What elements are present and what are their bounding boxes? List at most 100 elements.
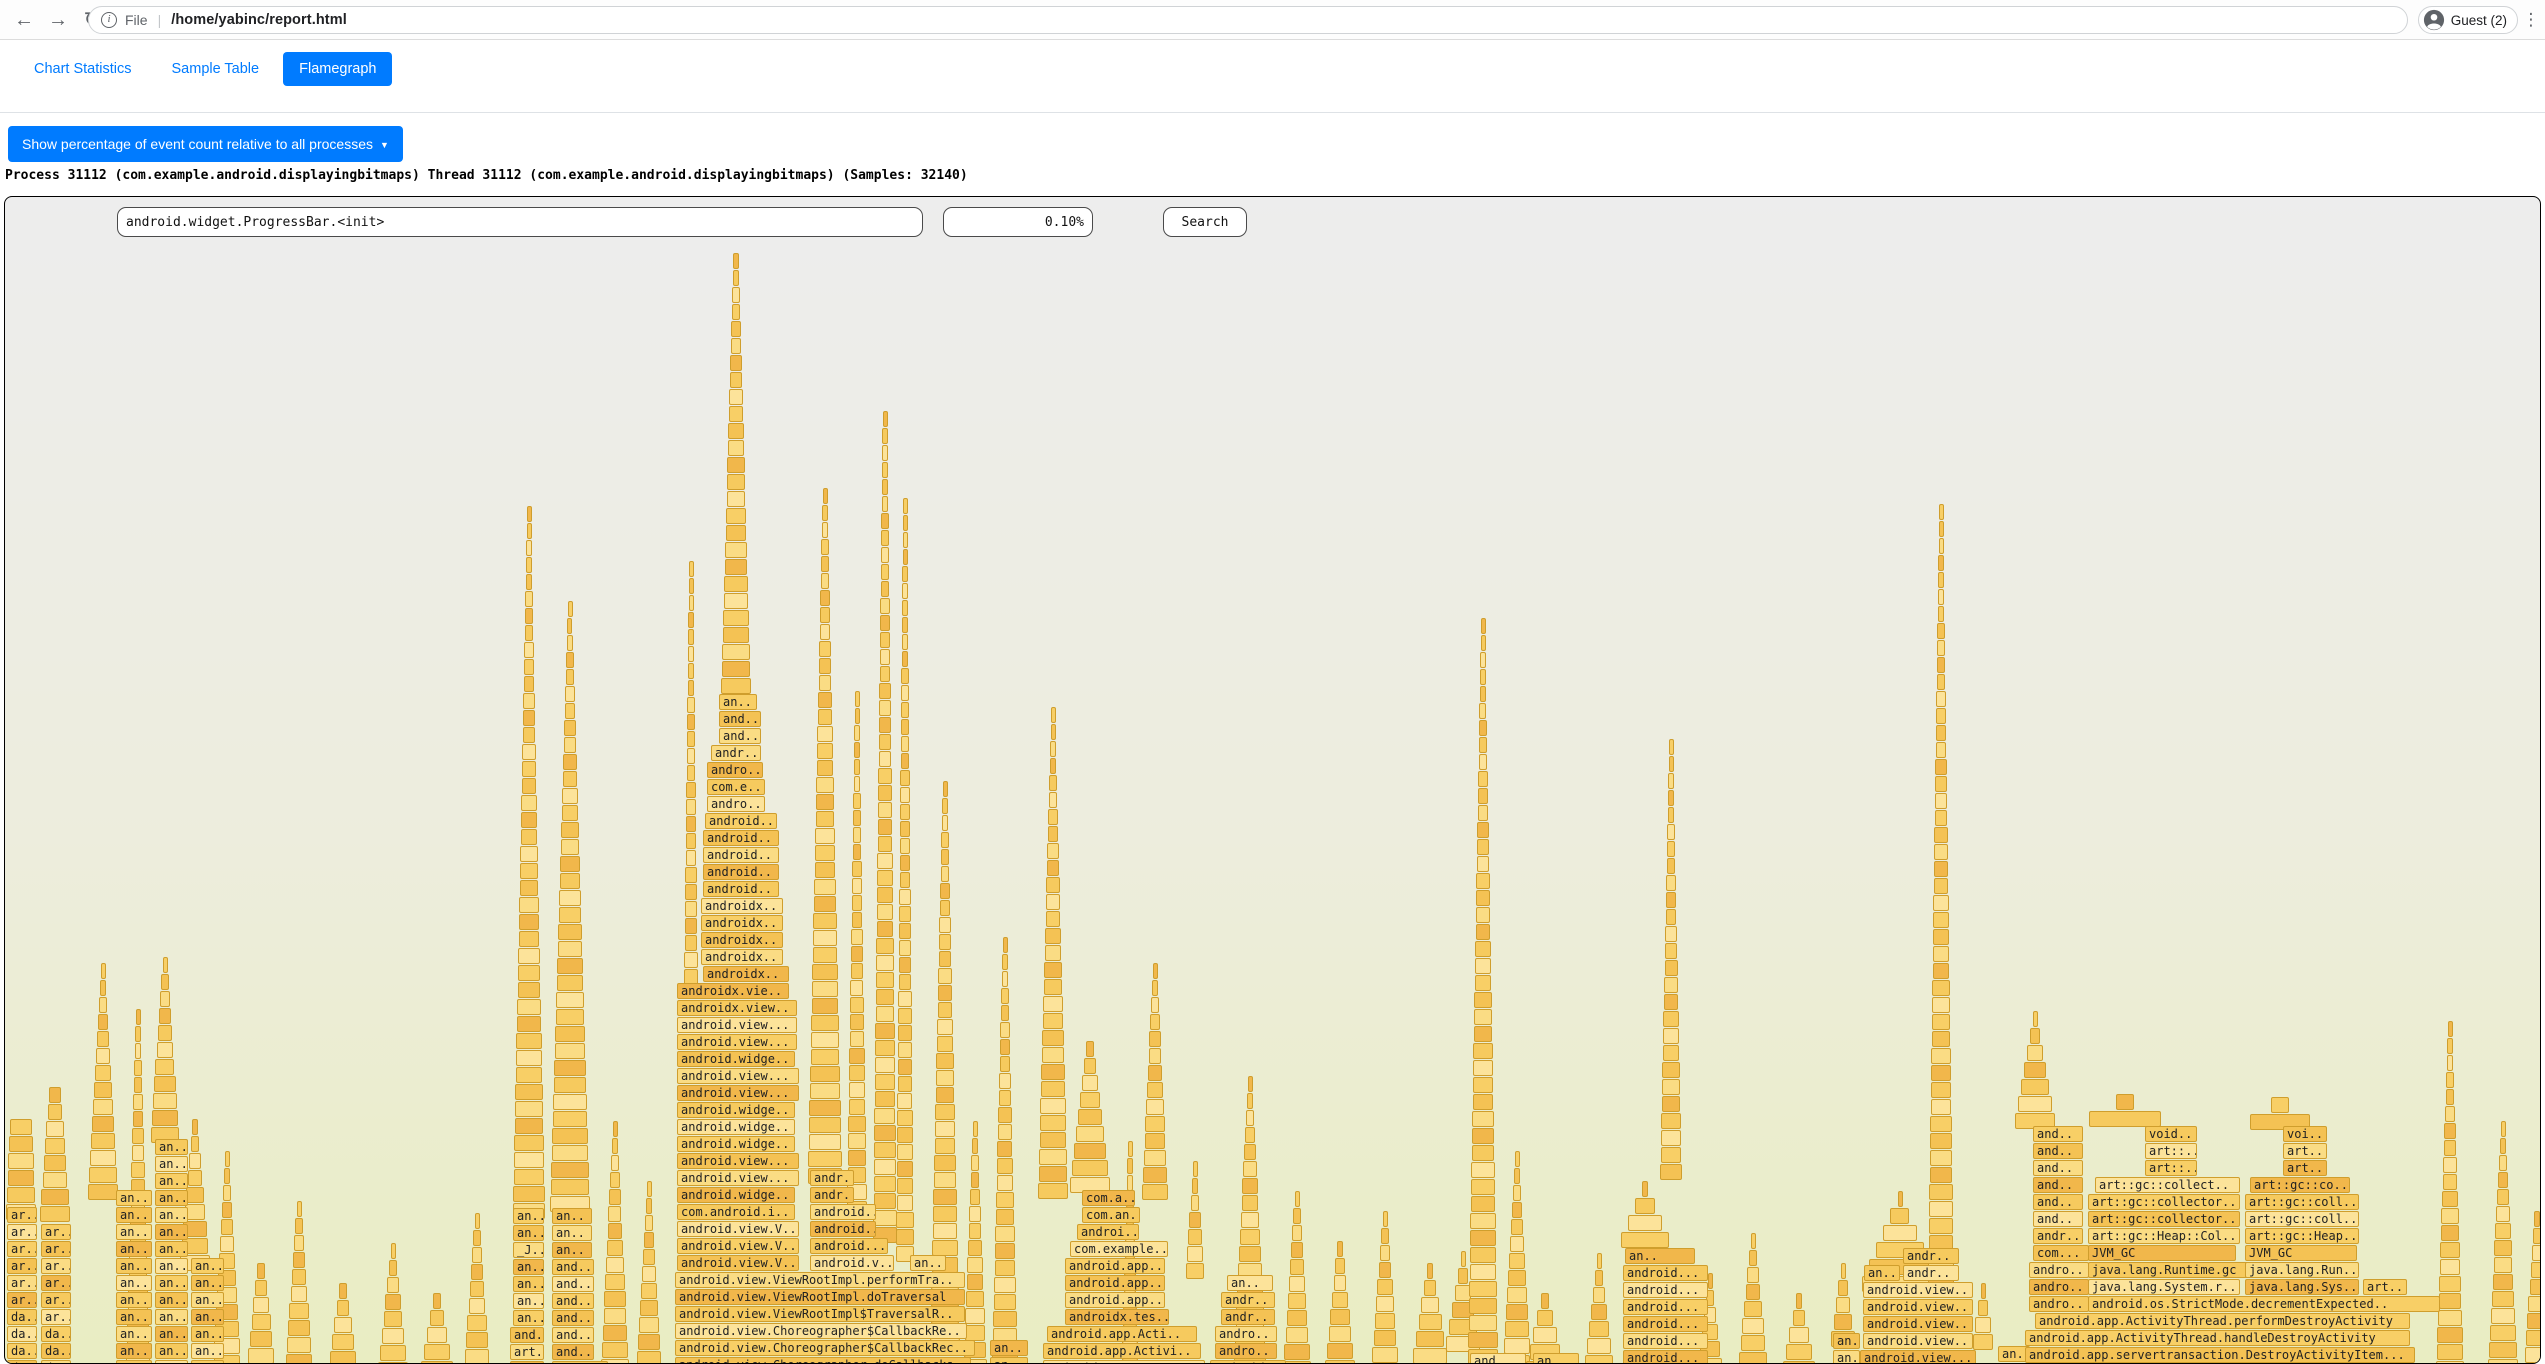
flame-bar-small[interactable] bbox=[898, 1076, 913, 1092]
address-bar[interactable]: i File | /home/yabinc/report.html bbox=[88, 6, 2408, 34]
flame-bar-small[interactable] bbox=[1510, 1236, 1524, 1252]
flame-bar[interactable]: da.. bbox=[7, 1343, 37, 1359]
flame-bar-small[interactable] bbox=[971, 1172, 980, 1188]
flame-bar-small[interactable] bbox=[809, 1134, 841, 1150]
flame-bar-small[interactable] bbox=[880, 615, 890, 631]
flame-bar-small[interactable] bbox=[520, 880, 539, 896]
flame-bar-small[interactable] bbox=[1935, 793, 1947, 809]
flame-bar-small[interactable] bbox=[1246, 1110, 1254, 1126]
flame-bar-small[interactable] bbox=[1424, 1280, 1436, 1296]
flame-bar-small[interactable] bbox=[875, 1040, 894, 1056]
flame-bar[interactable]: android.view.ViewRootImpl$TraversalR.. bbox=[675, 1306, 965, 1322]
flame-bar-small[interactable] bbox=[686, 833, 696, 849]
flame-bar[interactable]: android.app.servertransaction.DestroyAct… bbox=[2025, 1347, 2415, 1363]
flame-bar-small[interactable] bbox=[1474, 992, 1491, 1008]
flame-bar-small[interactable] bbox=[526, 540, 531, 556]
flame-bar-small[interactable] bbox=[1664, 977, 1678, 993]
flame-bar-small[interactable] bbox=[2089, 1111, 2161, 1127]
flame-bar-small[interactable] bbox=[2525, 1347, 2541, 1363]
flame-bar-small[interactable] bbox=[823, 488, 828, 504]
flame-bar[interactable]: and.. bbox=[552, 1327, 594, 1343]
flame-bar-small[interactable] bbox=[1930, 1150, 1952, 1166]
flame-bar-small[interactable] bbox=[8, 1170, 35, 1186]
flame-bar-small[interactable] bbox=[1286, 1327, 1309, 1343]
flame-bar-small[interactable] bbox=[1931, 1065, 1951, 1081]
flame-bar-small[interactable] bbox=[1515, 1151, 1520, 1167]
flame-bar-small[interactable] bbox=[1040, 1115, 1066, 1131]
flame-bar-small[interactable] bbox=[687, 697, 694, 713]
flame-bar-small[interactable] bbox=[967, 1257, 983, 1273]
flame-bar[interactable]: android.widge.. bbox=[677, 1051, 795, 1067]
flame-bar-small[interactable] bbox=[2024, 1062, 2046, 1078]
flame-bar-small[interactable] bbox=[1597, 1253, 1602, 1269]
flame-bar-small[interactable] bbox=[881, 513, 888, 529]
flame-bar-small[interactable] bbox=[854, 725, 859, 741]
flame-bar[interactable]: and.. bbox=[552, 1310, 594, 1326]
flame-bar-small[interactable] bbox=[1661, 1130, 1681, 1146]
flame-bar-small[interactable] bbox=[158, 1025, 172, 1041]
flame-bar-small[interactable] bbox=[554, 1060, 585, 1076]
flame-bar-small[interactable] bbox=[686, 850, 697, 866]
flame-bar-small[interactable] bbox=[874, 1193, 897, 1209]
flame-bar-small[interactable] bbox=[817, 760, 834, 776]
flame-bar-small[interactable] bbox=[559, 890, 580, 906]
flame-bar[interactable]: ar.. bbox=[7, 1207, 37, 1223]
flame-bar[interactable]: andr.. bbox=[1221, 1309, 1275, 1325]
flame-bar-small[interactable] bbox=[816, 811, 835, 827]
flame-bar[interactable]: and.. bbox=[719, 728, 761, 744]
flame-bar-small[interactable] bbox=[853, 793, 860, 809]
flame-bar-small[interactable] bbox=[969, 1206, 981, 1222]
flame-bar-small[interactable] bbox=[524, 642, 533, 658]
flame-bar-small[interactable] bbox=[191, 1136, 200, 1152]
flame-bar-small[interactable] bbox=[1002, 954, 1008, 970]
flame-bar-small[interactable] bbox=[1883, 1225, 1916, 1241]
flame-bar[interactable]: art.. bbox=[510, 1344, 544, 1360]
flame-bar[interactable]: android.view... bbox=[677, 1170, 799, 1186]
flame-bar-small[interactable] bbox=[937, 1036, 953, 1052]
flame-bar-small[interactable] bbox=[935, 1121, 955, 1137]
flame-bar-small[interactable] bbox=[808, 1151, 841, 1167]
flame-bar-small[interactable] bbox=[91, 1133, 115, 1149]
flame-bar[interactable]: an.. bbox=[155, 1224, 188, 1240]
flame-bar-small[interactable] bbox=[820, 590, 829, 606]
flame-bar-small[interactable] bbox=[689, 595, 694, 611]
flame-bar-small[interactable] bbox=[1375, 1313, 1395, 1329]
flame-bar-small[interactable] bbox=[1470, 1264, 1497, 1280]
flame-bar-small[interactable] bbox=[874, 1125, 895, 1141]
flame-bar-small[interactable] bbox=[851, 963, 863, 979]
flame-bar-small[interactable] bbox=[159, 1008, 171, 1024]
flame-bar-small[interactable] bbox=[1049, 775, 1057, 791]
flame-bar-small[interactable] bbox=[525, 625, 534, 641]
flame-bar-small[interactable] bbox=[1189, 1212, 1200, 1228]
flame-bar-small[interactable] bbox=[1506, 1304, 1527, 1320]
flame-bar[interactable]: andr.. bbox=[810, 1170, 854, 1186]
flame-bar-small[interactable] bbox=[817, 726, 832, 742]
flame-bar-small[interactable] bbox=[1325, 1360, 1354, 1364]
flame-bar-small[interactable] bbox=[1932, 1014, 1950, 1030]
flame-bar[interactable]: android... bbox=[810, 1238, 888, 1254]
flame-bar-small[interactable] bbox=[613, 1121, 618, 1137]
flame-bar[interactable]: androidx.. bbox=[701, 949, 783, 965]
flame-bar-small[interactable] bbox=[820, 607, 830, 623]
flame-bar-small[interactable] bbox=[1742, 1318, 1763, 1334]
flame-bar-small[interactable] bbox=[1047, 860, 1059, 876]
flame-bar-small[interactable] bbox=[996, 1192, 1014, 1208]
flame-bar-small[interactable] bbox=[1939, 521, 1944, 537]
flame-bar-small[interactable] bbox=[897, 1093, 912, 1109]
flame-bar-small[interactable] bbox=[519, 931, 540, 947]
flame-bar-small[interactable] bbox=[897, 1161, 913, 1177]
flame-bar-small[interactable] bbox=[903, 515, 908, 531]
flame-bar-small[interactable] bbox=[935, 1104, 954, 1120]
flame-bar-small[interactable] bbox=[527, 523, 532, 539]
flame-bar-small[interactable] bbox=[88, 1184, 117, 1200]
flame-bar-small[interactable] bbox=[813, 930, 837, 946]
flame-bar-small[interactable] bbox=[901, 736, 909, 752]
flame-bar-small[interactable] bbox=[933, 1189, 956, 1205]
flame-bar-small[interactable] bbox=[725, 542, 747, 558]
flame-bar-small[interactable] bbox=[876, 1006, 895, 1022]
flame-bar-small[interactable] bbox=[152, 1110, 178, 1126]
flame-bar-small[interactable] bbox=[1666, 892, 1676, 908]
flame-bar-small[interactable] bbox=[1472, 1111, 1493, 1127]
flame-bar[interactable]: com... bbox=[2033, 1245, 2089, 1261]
flame-bar-small[interactable] bbox=[1514, 1168, 1521, 1184]
